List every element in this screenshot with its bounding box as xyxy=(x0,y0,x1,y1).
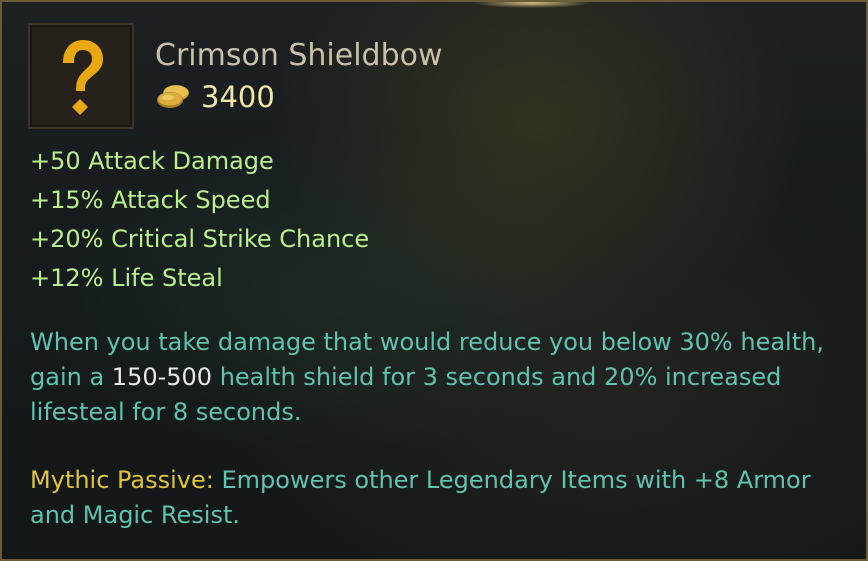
stat-line: +12% Life Steal xyxy=(30,264,223,292)
stat-line: +20% Critical Strike Chance xyxy=(30,225,370,253)
item-name: Crimson Shieldbow xyxy=(155,38,443,73)
item-cost-value: 3400 xyxy=(201,80,275,114)
top-glow xyxy=(472,2,592,8)
gold-coins-icon xyxy=(157,85,189,108)
item-cost: 3400 xyxy=(155,78,275,116)
shield-value-highlight: 150-500 xyxy=(111,363,213,391)
item-icon-frame xyxy=(28,23,134,129)
passive-description: When you take damage that would reduce y… xyxy=(30,325,860,430)
stat-line: +50 Attack Damage xyxy=(30,147,274,175)
stats-list: +50 Attack Damage +15% Attack Speed +20%… xyxy=(30,142,369,298)
stat-line: +15% Attack Speed xyxy=(30,186,271,214)
mythic-passive-label: Mythic Passive: xyxy=(30,466,214,494)
question-mark-icon xyxy=(63,40,103,115)
item-tooltip: Crimson Shieldbow 3400 +50 Attack Damage… xyxy=(0,0,868,561)
mythic-passive: Mythic Passive: Empowers other Legendary… xyxy=(30,463,860,533)
